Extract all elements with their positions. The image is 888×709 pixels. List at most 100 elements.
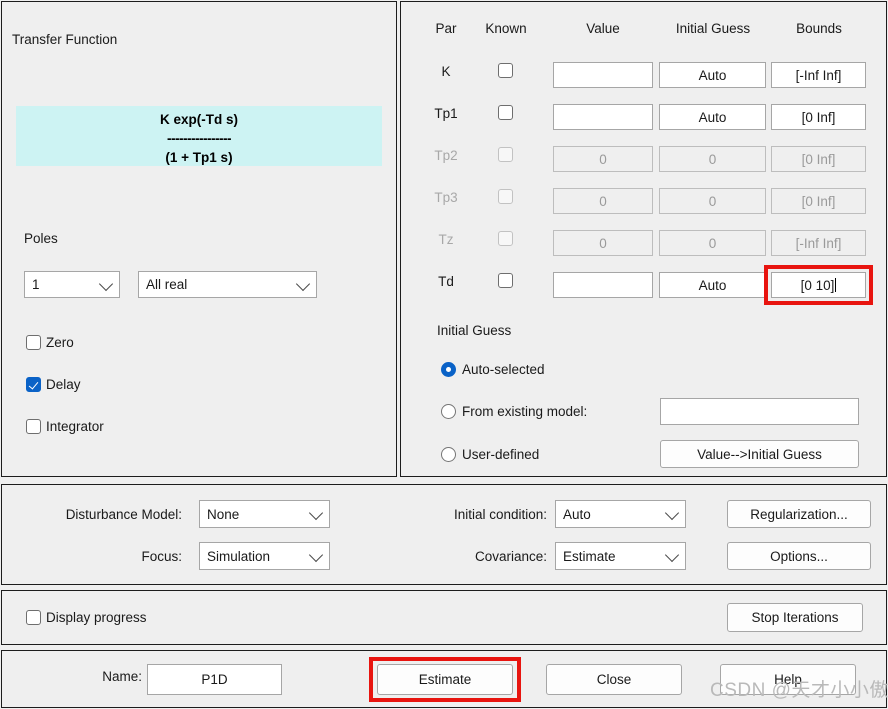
radio-user-defined-label: User-defined (462, 447, 540, 462)
known-checkbox-tz (498, 231, 513, 246)
integrator-checkbox[interactable]: Integrator (26, 419, 104, 434)
options-button[interactable]: Options... (727, 542, 871, 570)
radio-user-defined[interactable]: User-defined (441, 447, 539, 462)
initial-guess-field-k[interactable]: Auto (659, 62, 766, 88)
chevron-down-icon (664, 547, 680, 563)
chevron-down-icon (295, 276, 311, 291)
value-field-td[interactable] (553, 272, 653, 298)
radio-from-existing-model[interactable]: From existing model: (441, 404, 587, 419)
checkbox-box (498, 273, 513, 288)
csdn-watermark: CSDN @天才小小傲 (710, 680, 888, 701)
column-header-par: Par (435, 21, 457, 36)
value-field-k[interactable] (553, 62, 653, 88)
known-checkbox-k[interactable] (498, 63, 513, 78)
bounds-field-tp2: [0 Inf] (771, 146, 866, 172)
existing-model-input[interactable] (660, 398, 859, 425)
checkbox-box (498, 63, 513, 78)
delay-checkbox[interactable]: Delay (26, 377, 81, 392)
focus-label: Focus: (141, 549, 182, 564)
poles-type-value: All real (146, 277, 188, 292)
value-field-tp3: 0 (553, 188, 653, 214)
param-name-tp3: Tp3 (434, 190, 458, 205)
initial-guess-field-td[interactable]: Auto (659, 272, 766, 298)
parameters-panel: Par Known Value Initial Guess Bounds K A… (400, 1, 887, 477)
initial-guess-field-tp3: 0 (659, 188, 766, 214)
display-progress-label: Display progress (46, 610, 147, 625)
checkbox-box (498, 105, 513, 120)
estimate-button[interactable]: Estimate (377, 664, 513, 695)
progress-panel: Display progress Stop Iterations (1, 590, 887, 645)
radio-from-existing-model-label: From existing model: (462, 404, 588, 419)
known-checkbox-tp2 (498, 147, 513, 162)
display-progress-checkbox[interactable]: Display progress (26, 610, 147, 625)
poles-label: Poles (24, 231, 58, 246)
param-name-tp2: Tp2 (434, 148, 458, 163)
checkbox-box (26, 610, 41, 625)
initial-guess-section-title: Initial Guess (437, 323, 512, 338)
value-to-initial-guess-button[interactable]: Value-->Initial Guess (660, 440, 859, 468)
checkbox-box (498, 189, 513, 204)
close-button[interactable]: Close (546, 664, 682, 695)
zero-checkbox[interactable]: Zero (26, 335, 74, 350)
column-header-bounds: Bounds (796, 21, 842, 36)
tf-fraction-bar: ---------------- (167, 131, 231, 146)
checkbox-box (26, 335, 41, 350)
bounds-field-td-text: [0 10] (800, 277, 835, 293)
value-field-tz: 0 (553, 230, 653, 256)
model-name-input[interactable]: P1D (147, 664, 282, 695)
integrator-checkbox-label: Integrator (46, 419, 104, 434)
checkbox-box (26, 377, 41, 392)
bounds-field-tz: [-Inf Inf] (771, 230, 866, 256)
checkbox-box (498, 231, 513, 246)
radio-button (441, 362, 456, 377)
estimation-options-panel: Disturbance Model: None Focus: Simulatio… (1, 484, 887, 585)
disturbance-model-value: None (207, 506, 240, 522)
initial-guess-field-tp2: 0 (659, 146, 766, 172)
param-name-td: Td (438, 274, 454, 289)
stop-iterations-button[interactable]: Stop Iterations (727, 603, 863, 632)
transfer-function-title: Transfer Function (12, 32, 118, 47)
initial-condition-label: Initial condition: (453, 507, 547, 522)
chevron-down-icon (308, 505, 324, 521)
radio-auto-selected[interactable]: Auto-selected (441, 362, 545, 377)
zero-checkbox-label: Zero (46, 335, 74, 350)
param-name-tz: Tz (438, 232, 454, 247)
chevron-down-icon (664, 505, 680, 521)
param-name-tp1: Tp1 (434, 106, 458, 121)
known-checkbox-td[interactable] (498, 273, 513, 288)
bounds-field-td[interactable]: [0 10] (771, 272, 866, 298)
poles-count-value: 1 (32, 277, 40, 292)
poles-count-dropdown[interactable]: 1 (24, 271, 120, 298)
name-label: Name: (102, 669, 142, 684)
disturbance-model-dropdown[interactable]: None (199, 500, 330, 528)
covariance-dropdown[interactable]: Estimate (555, 542, 686, 570)
param-name-k: K (441, 64, 451, 79)
chevron-down-icon (308, 547, 324, 563)
known-checkbox-tp1[interactable] (498, 105, 513, 120)
covariance-label: Covariance: (474, 549, 547, 564)
checkbox-box (498, 147, 513, 162)
delay-checkbox-label: Delay (46, 377, 81, 392)
bounds-field-tp3: [0 Inf] (771, 188, 866, 214)
bounds-field-k[interactable]: [-Inf Inf] (771, 62, 866, 88)
column-header-value: Value (586, 21, 620, 36)
estimation-dialog: Transfer Function K exp(-Td s) ---------… (0, 0, 888, 709)
tf-numerator: K exp(-Td s) (159, 112, 238, 127)
value-field-tp1[interactable] (553, 104, 653, 130)
transfer-function-panel: Transfer Function K exp(-Td s) ---------… (1, 1, 397, 477)
initial-guess-field-tz: 0 (659, 230, 766, 256)
disturbance-model-label: Disturbance Model: (65, 507, 182, 522)
focus-dropdown[interactable]: Simulation (199, 542, 330, 570)
regularization-button[interactable]: Regularization... (727, 500, 871, 528)
column-header-initial-guess: Initial Guess (675, 21, 751, 36)
chevron-down-icon (98, 276, 114, 291)
bounds-field-tp1[interactable]: [0 Inf] (771, 104, 866, 130)
initial-condition-dropdown[interactable]: Auto (555, 500, 686, 528)
column-header-known: Known (485, 21, 527, 36)
initial-guess-field-tp1[interactable]: Auto (659, 104, 766, 130)
known-checkbox-tp3 (498, 189, 513, 204)
initial-condition-value: Auto (563, 506, 591, 522)
poles-type-dropdown[interactable]: All real (138, 271, 317, 298)
radio-auto-selected-label: Auto-selected (462, 362, 545, 377)
focus-value: Simulation (207, 548, 271, 564)
